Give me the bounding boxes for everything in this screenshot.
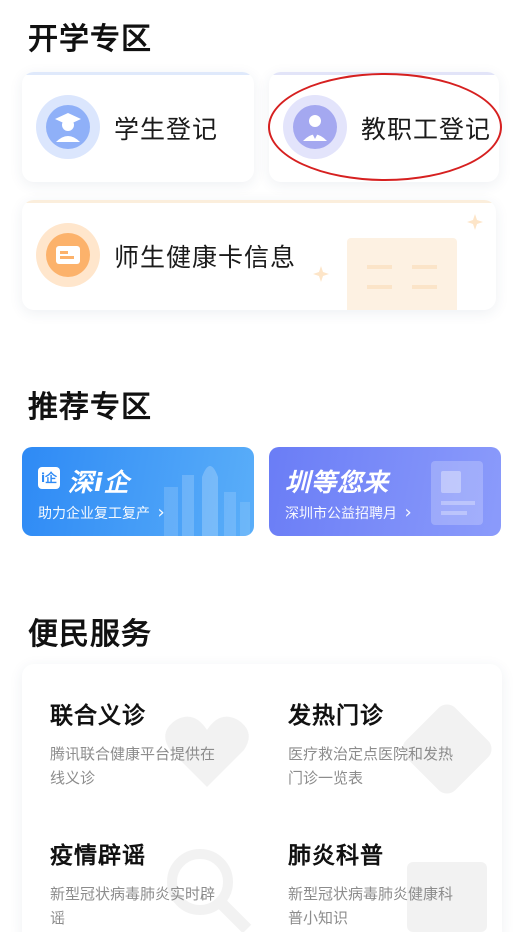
- enrollment-section-title: 开学专区: [28, 22, 152, 57]
- shenqi-banner[interactable]: i企 深i企 助力企业复工复产 ›: [22, 447, 254, 536]
- service-title: 疫情辟谣: [50, 843, 146, 869]
- shenqi-title: 深i企: [68, 468, 130, 497]
- health-card-card[interactable]: 师生健康卡信息: [22, 200, 496, 310]
- recommend-section-title: 推荐专区: [28, 390, 152, 425]
- service-rumor-debunk[interactable]: 疫情辟谣 新型冠状病毒肺炎实时辟谣: [50, 836, 215, 930]
- chevron-right-icon: ›: [404, 502, 412, 523]
- service-title: 联合义诊: [50, 703, 146, 729]
- recruitment-banner[interactable]: 圳等您来 深圳市公益招聘月 ›: [269, 447, 501, 536]
- resume-card-icon: [431, 461, 483, 525]
- services-section-title: 便民服务: [28, 617, 152, 652]
- shenqi-logo-icon: i企: [38, 467, 60, 489]
- student-icon: [36, 95, 100, 159]
- highlight-circle: [268, 73, 502, 181]
- health-book-decoration-icon: [313, 214, 483, 310]
- shenqi-subtitle: 助力企业复工复产 ›: [38, 502, 165, 523]
- recruitment-subtitle: 深圳市公益招聘月 ›: [285, 502, 412, 523]
- student-register-label: 学生登记: [114, 115, 219, 144]
- service-desc: 腾讯联合健康平台提供在线义诊: [50, 745, 216, 787]
- student-register-card[interactable]: 学生登记: [22, 72, 254, 182]
- recruitment-title: 圳等您来: [285, 468, 390, 497]
- service-desc: 新型冠状病毒肺炎实时辟谣: [50, 885, 216, 927]
- service-desc: 医疗救治定点医院和发热门诊一览表: [288, 745, 454, 787]
- service-fever-clinic[interactable]: 发热门诊 医疗救治定点医院和发热门诊一览表: [288, 696, 453, 790]
- services-panel: 联合义诊 腾讯联合健康平台提供在线义诊 发热门诊 医疗救治定点医院和发热门诊一览…: [22, 664, 502, 932]
- service-free-clinic[interactable]: 联合义诊 腾讯联合健康平台提供在线义诊: [50, 696, 215, 790]
- health-card-label: 师生健康卡信息: [114, 243, 297, 272]
- health-card-icon: [36, 223, 100, 287]
- chevron-right-icon: ›: [157, 502, 165, 523]
- service-desc: 新型冠状病毒肺炎健康科普小知识: [288, 885, 454, 927]
- service-title: 肺炎科普: [288, 843, 384, 869]
- service-title: 发热门诊: [288, 703, 384, 729]
- service-pneumonia-science[interactable]: 肺炎科普 新型冠状病毒肺炎健康科普小知识: [288, 836, 453, 930]
